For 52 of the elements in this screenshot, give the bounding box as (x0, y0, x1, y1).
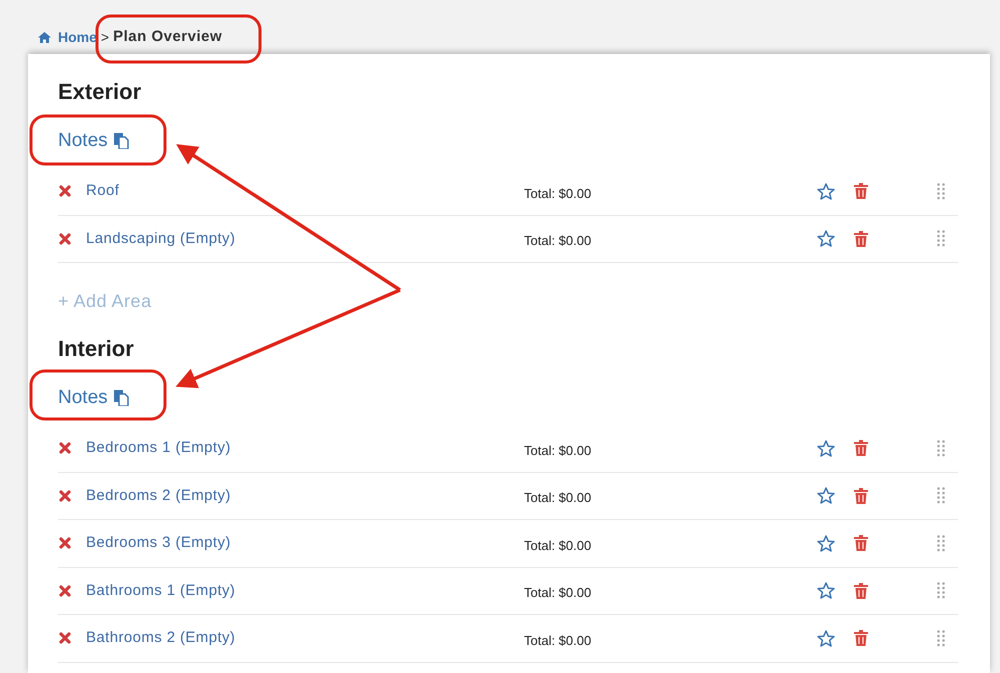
area-total: Total: $0.00 (524, 442, 592, 460)
trash-icon[interactable] (854, 488, 868, 504)
trash-icon[interactable] (854, 582, 868, 599)
star-icon[interactable] (817, 582, 835, 600)
remove-icon[interactable] (59, 185, 71, 198)
remove-icon[interactable] (59, 442, 71, 454)
drag-handle-icon[interactable] (937, 630, 945, 647)
area-link[interactable]: Bedrooms 1 (Empty) (86, 437, 524, 460)
area-total: Total: $0.00 (524, 536, 592, 554)
drag-handle-icon[interactable] (937, 230, 945, 248)
remove-icon[interactable] (59, 232, 71, 245)
trash-icon[interactable] (854, 535, 868, 552)
section-heading: Interior (58, 335, 135, 363)
star-icon[interactable] (817, 534, 835, 552)
area-total: Total: $0.00 (524, 632, 592, 650)
star-icon[interactable] (817, 182, 835, 200)
remove-icon[interactable] (59, 537, 71, 550)
trash-icon[interactable] (854, 183, 868, 200)
area-total: Total: $0.00 (524, 584, 592, 602)
area-link[interactable]: Bedrooms 3 (Empty) (86, 532, 524, 554)
notes-link[interactable]: Notes (58, 130, 129, 152)
trash-icon[interactable] (854, 440, 868, 456)
area-link[interactable]: Roof (86, 180, 524, 202)
home-link[interactable]: Home (38, 27, 97, 48)
notes-link[interactable]: Notes (58, 387, 129, 409)
drag-handle-icon[interactable] (937, 487, 945, 504)
area-link[interactable]: Bathrooms 2 (Empty) (86, 627, 524, 650)
trash-icon[interactable] (854, 630, 868, 646)
area-link[interactable]: Bedrooms 2 (Empty) (86, 484, 524, 507)
remove-icon[interactable] (59, 632, 71, 644)
home-icon (38, 32, 51, 43)
section-heading: Exterior (58, 78, 142, 106)
star-icon[interactable] (817, 230, 835, 248)
breadcrumb-separator: > (100, 28, 110, 47)
area-link[interactable]: Bathrooms 1 (Empty) (86, 580, 524, 602)
remove-icon[interactable] (59, 584, 71, 597)
drag-handle-icon[interactable] (937, 582, 945, 600)
star-icon[interactable] (817, 487, 835, 504)
breadcrumb-current: Plan Overview (113, 26, 222, 46)
area-total: Total: $0.00 (524, 184, 592, 202)
drag-handle-icon[interactable] (937, 182, 945, 200)
star-icon[interactable] (817, 440, 835, 457)
copy-icon (114, 133, 129, 149)
copy-icon (114, 390, 129, 406)
area-link[interactable]: Landscaping (Empty) (86, 228, 524, 250)
drag-handle-icon[interactable] (937, 534, 945, 552)
remove-icon[interactable] (59, 490, 71, 502)
area-total: Total: $0.00 (524, 232, 592, 250)
star-icon[interactable] (817, 630, 835, 647)
area-total: Total: $0.00 (524, 489, 592, 507)
trash-icon[interactable] (854, 230, 868, 247)
drag-handle-icon[interactable] (937, 440, 945, 457)
